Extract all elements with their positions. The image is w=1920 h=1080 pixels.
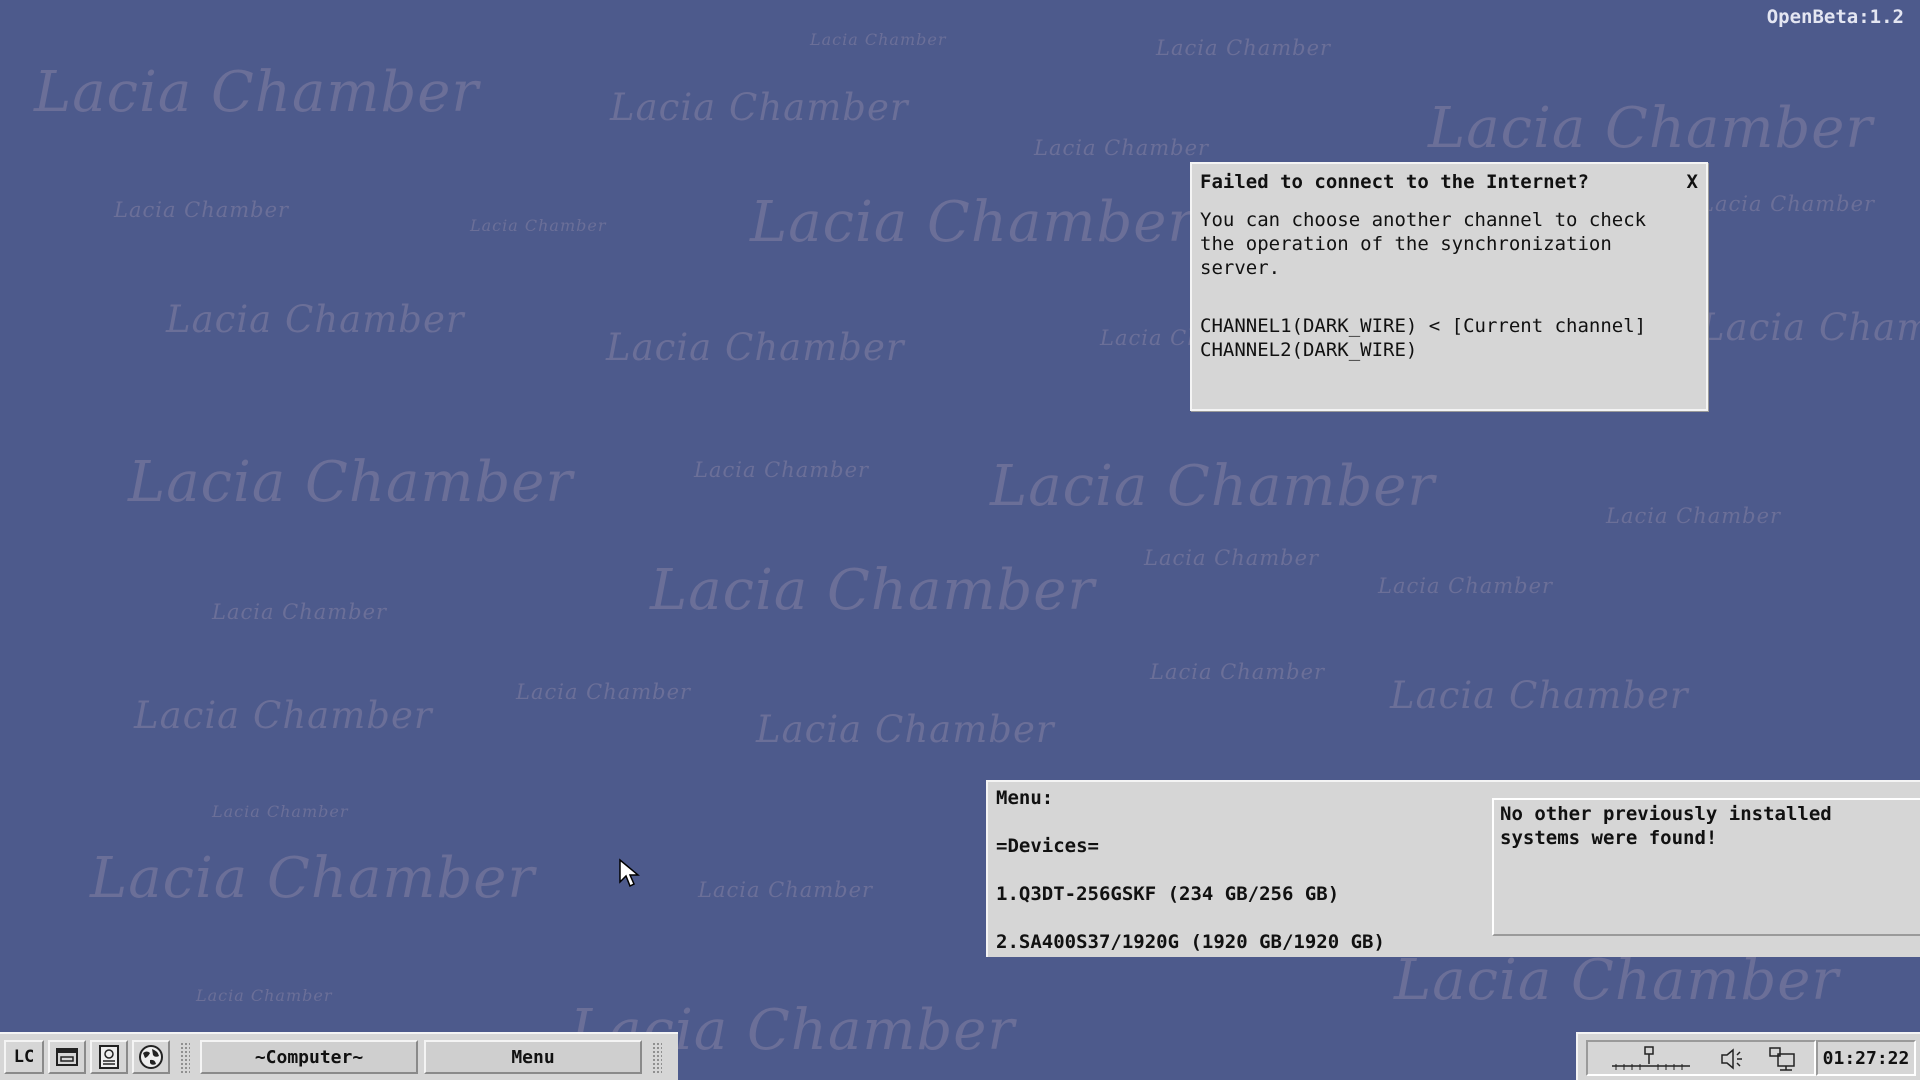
window-icon (56, 1048, 78, 1066)
mouse-cursor-icon (619, 858, 640, 888)
wallpaper-watermark: Lacia Chamber (990, 454, 1436, 519)
connection-failed-dialog: Failed to connect to the Internet? X You… (1190, 162, 1708, 411)
wallpaper-watermark: Lacia Chamber (196, 986, 333, 1005)
devices-section-label: =Devices= (996, 835, 1099, 857)
wallpaper-watermark: Lacia Chamber (212, 802, 349, 821)
wallpaper-watermark: Lacia Chamber (750, 190, 1196, 255)
wallpaper-watermark: Lacia Chamber (1428, 96, 1874, 161)
wallpaper-watermark: Lacia Chamber (756, 708, 1055, 751)
dialog-message-line: You can choose another channel to check (1200, 209, 1647, 231)
wallpaper-watermark: Lacia Chamber (810, 30, 947, 49)
info-box: No other previously installed systems we… (1492, 798, 1920, 936)
document-launcher[interactable] (90, 1040, 128, 1074)
wallpaper-watermark: Lacia Chamber (694, 458, 870, 482)
taskbar-grip[interactable] (180, 1042, 190, 1074)
start-button[interactable]: LC (4, 1040, 44, 1074)
wallpaper-watermark: Lacia Chamber (212, 600, 388, 624)
info-line: No other previously installed (1500, 803, 1832, 825)
dialog-close-button[interactable]: X (1687, 170, 1698, 194)
wallpaper-watermark: Lacia Chamber (1144, 546, 1320, 570)
wallpaper-watermark: Lacia Chamber (34, 60, 480, 125)
wallpaper-watermark: Lacia Chamber (1700, 306, 1920, 349)
wallpaper-watermark: Lacia Chamber (166, 298, 465, 341)
wallpaper-watermark: Lacia Chamber (650, 558, 1096, 623)
document-icon (99, 1045, 119, 1069)
channel-list: CHANNEL1(DARK_WIRE) < [Current channel] … (1200, 314, 1698, 362)
dialog-message-line: server. (1200, 257, 1281, 279)
clock[interactable]: 01:27:22 (1816, 1040, 1916, 1076)
wallpaper-watermark: Lacia Chamber (128, 450, 574, 515)
wallpaper-watermark: Lacia Chamber (1394, 948, 1840, 1013)
device-item-1[interactable]: 1.Q3DT-256GSKF (234 GB/256 GB) (996, 882, 1385, 906)
dialog-message: You can choose another channel to check … (1200, 208, 1698, 280)
start-label: LC (13, 1047, 35, 1067)
network-icon[interactable] (1610, 1046, 1692, 1072)
device-item-2[interactable]: 2.SA400S37/1920G (1920 GB/1920 GB) (996, 930, 1385, 954)
wallpaper-watermark: Lacia Chamber (516, 680, 692, 704)
wallpaper-watermark: Lacia Chamber (1700, 192, 1876, 216)
channel-option-1[interactable]: CHANNEL1(DARK_WIRE) < [Current channel] (1200, 314, 1698, 338)
dialog-title: Failed to connect to the Internet? (1200, 171, 1589, 193)
taskbar: LC ~Computer~ Menu (0, 1032, 678, 1080)
system-tray: 01:27:22 (1576, 1032, 1920, 1080)
menu-panel: Menu: =Devices= 1.Q3DT-256GSKF (234 GB/2… (986, 780, 1920, 957)
wallpaper-watermark: Lacia Chamber (1150, 660, 1326, 684)
dialog-message-line: the operation of the synchronization (1200, 233, 1612, 255)
volume-icon[interactable] (1718, 1046, 1746, 1072)
device-list: Menu: =Devices= 1.Q3DT-256GSKF (234 GB/2… (996, 786, 1385, 954)
wallpaper-watermark: Lacia Chamber (1034, 136, 1210, 160)
menu-header: Menu: (996, 787, 1054, 809)
wallpaper-watermark: Lacia Chamber (1390, 674, 1689, 717)
info-line: systems were found! (1500, 827, 1718, 849)
wallpaper-watermark: Lacia Chamber (606, 326, 905, 369)
wallpaper-watermark: Lacia Chamber (610, 86, 909, 129)
wallpaper-watermark: Lacia Chamber (134, 694, 433, 737)
wallpaper-watermark: Lacia Chamber (114, 198, 290, 222)
wallpaper-watermark: Lacia Chamber (1378, 574, 1554, 598)
wallpaper-watermark: Lacia Chamber (470, 216, 607, 235)
globe-launcher[interactable] (132, 1040, 170, 1074)
window-launcher[interactable] (48, 1040, 86, 1074)
wallpaper-watermark: Lacia Chamber (698, 878, 874, 902)
tray-icons (1586, 1040, 1816, 1076)
wallpaper-watermark: Lacia Chamber (90, 846, 536, 911)
wallpaper-watermark: Lacia Chamber (1606, 504, 1782, 528)
wallpaper-watermark: Lacia Chamber (1156, 36, 1332, 60)
globe-icon (139, 1045, 163, 1069)
display-icon[interactable] (1768, 1046, 1798, 1072)
taskbar-grip[interactable] (652, 1042, 662, 1074)
task-menu[interactable]: Menu (424, 1040, 642, 1074)
task-computer[interactable]: ~Computer~ (200, 1040, 418, 1074)
channel-option-2[interactable]: CHANNEL2(DARK_WIRE) (1200, 338, 1698, 362)
version-label: OpenBeta:1.2 (1766, 6, 1904, 28)
